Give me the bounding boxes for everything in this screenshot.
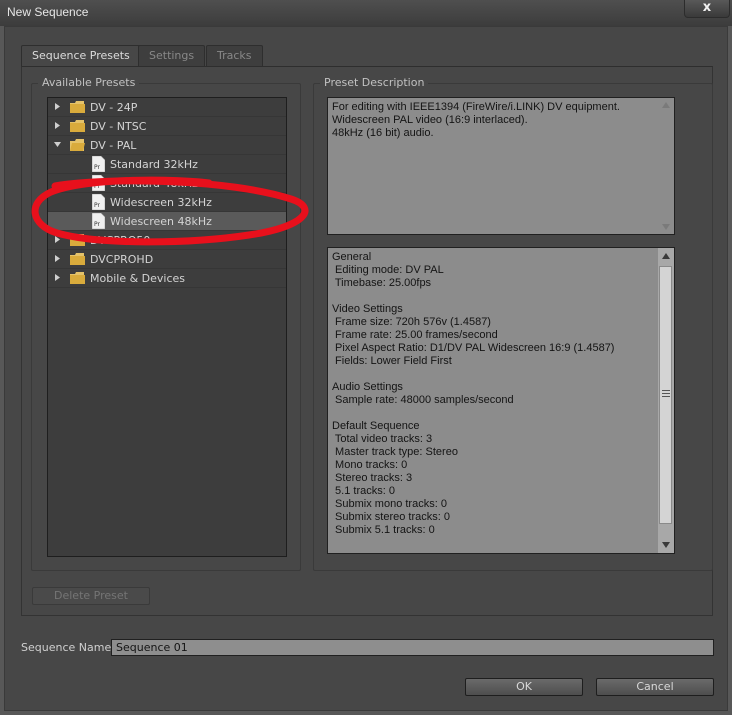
tree-item-dv-pal[interactable]: DV - PAL [48,136,286,155]
delete-preset-button[interactable]: Delete Preset [32,587,150,605]
tab-label: Sequence Presets [32,49,130,62]
folder-icon [70,120,85,132]
tree-item-label: Mobile & Devices [90,272,186,285]
scroll-up-icon[interactable] [662,102,670,108]
tree-item-dv-ntsc[interactable]: DV - NTSC [48,117,286,136]
annotation-ellipse [31,176,309,246]
collapse-arrow-icon[interactable] [53,140,62,149]
tree-item-standard-32khz[interactable]: Pr Standard 32kHz [48,155,286,174]
folder-icon [70,272,85,284]
description-details-box[interactable]: General Editing mode: DV PAL Timebase: 2… [327,247,675,554]
tab-label: Settings [149,49,195,62]
expand-arrow-icon[interactable] [53,273,62,282]
tree-item-dvcprohd[interactable]: DVCPROHD [48,250,286,269]
description-summary-text: For editing with IEEE1394 (FireWire/i.LI… [332,101,620,139]
tree-item-mobile-devices[interactable]: Mobile & Devices [48,269,286,288]
scroll-up-icon[interactable] [662,253,670,259]
summary-scrollbar[interactable] [658,98,674,234]
folder-icon [70,253,85,265]
scroll-down-icon[interactable] [662,224,670,230]
folder-open-icon [70,139,85,151]
grip-icon [662,390,670,397]
tree-item-label: DV - 24P [90,101,138,114]
expand-arrow-icon[interactable] [53,121,62,130]
description-details-text: General Editing mode: DV PAL Timebase: 2… [332,251,615,536]
close-button[interactable]: x [684,0,730,18]
scroll-down-icon[interactable] [662,542,670,548]
window-title: New Sequence [7,5,89,19]
folder-icon [70,101,85,113]
cancel-label: Cancel [636,680,674,693]
tab-tracks[interactable]: Tracks [206,45,263,66]
tree-item-label: DV - NTSC [90,120,147,133]
delete-preset-label: Delete Preset [54,589,128,602]
title-bar: New Sequence x [0,0,732,26]
close-icon: x [702,0,712,15]
scroll-thumb[interactable] [659,266,672,524]
available-presets-label: Available Presets [38,76,140,89]
sequence-name-input[interactable] [111,639,714,656]
preset-description-label: Preset Description [320,76,429,89]
tab-sequence-presets[interactable]: Sequence Presets [21,45,141,67]
expand-arrow-icon[interactable] [53,102,62,111]
tree-item-dv-24p[interactable]: DV - 24P [48,98,286,117]
cancel-button[interactable]: Cancel [596,678,714,696]
tab-label: Tracks [217,49,252,62]
ok-label: OK [516,680,532,693]
preset-file-badge: Pr [94,164,101,171]
sequence-name-label: Sequence Name: [21,641,115,654]
preset-file-icon: Pr [92,156,105,172]
tree-item-label: Standard 32kHz [110,158,198,171]
tree-item-label: DV - PAL [90,139,137,152]
ok-button[interactable]: OK [465,678,583,696]
expand-arrow-icon[interactable] [53,254,62,263]
tree-item-label: DVCPROHD [90,253,154,266]
description-summary-box[interactable]: For editing with IEEE1394 (FireWire/i.LI… [327,97,675,235]
details-scrollbar[interactable] [658,248,674,553]
presets-tree[interactable]: DV - 24P DV - NTSC DV - PAL Pr Standard … [47,97,287,557]
tab-settings[interactable]: Settings [138,45,206,66]
dialog-body: Sequence Presets Settings Tracks Availab… [4,26,728,711]
